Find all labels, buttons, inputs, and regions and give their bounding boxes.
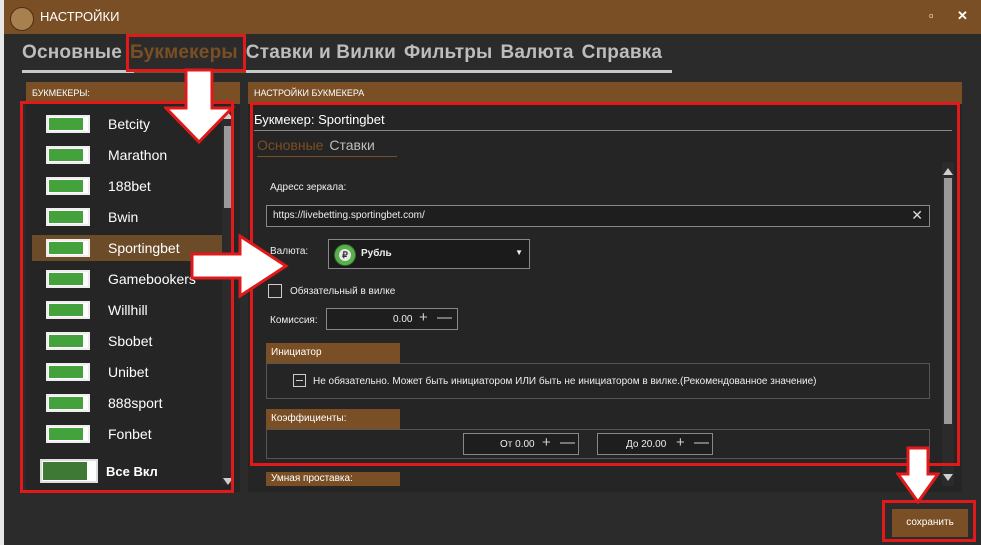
save-button[interactable]: сохранить xyxy=(892,509,968,537)
scroll-up-icon[interactable] xyxy=(943,168,953,175)
minus-icon[interactable]: — xyxy=(694,434,709,451)
smart-placement-header: Умная проставка: xyxy=(266,472,400,486)
plus-icon[interactable]: + xyxy=(542,434,551,451)
list-item[interactable]: 188bet xyxy=(32,173,227,199)
bookmaker-toggle[interactable] xyxy=(46,301,90,319)
main-tabs: Основные Букмекеры Ставки и Вилки Фильтры Ва… xyxy=(22,42,670,72)
tab-currency[interactable]: Валюта xyxy=(500,42,573,64)
bookmaker-label: Unibet xyxy=(108,364,149,380)
bookmaker-toggle[interactable] xyxy=(46,146,90,164)
ruble-icon: ₽ xyxy=(334,244,356,266)
mirror-url-input[interactable]: https://livebetting.sportingbet.com/ ✕ xyxy=(266,205,930,227)
chevron-down-icon: ▼ xyxy=(515,248,523,257)
initiator-checkbox[interactable] xyxy=(293,374,306,387)
mirror-label: Адресс зеркала: xyxy=(270,182,347,193)
commission-stepper[interactable]: 0.00 + — xyxy=(326,308,458,330)
all-on-label: Все Вкл xyxy=(106,464,158,479)
bookmaker-toggle[interactable] xyxy=(46,394,90,412)
minus-icon[interactable]: — xyxy=(437,309,452,326)
bookmaker-label: Bwin xyxy=(108,209,139,225)
maximize-button[interactable]: ▫ xyxy=(929,8,934,23)
bookmaker-toggle[interactable] xyxy=(46,332,90,350)
currency-select[interactable]: ₽ Рубль ▼ xyxy=(328,239,530,269)
bookmaker-toggle[interactable] xyxy=(46,177,90,195)
all-on-toggle[interactable] xyxy=(40,459,98,483)
subtabs: Основные Ставки xyxy=(257,137,375,153)
scroll-down-icon[interactable] xyxy=(223,478,233,485)
right-arrow-annotation xyxy=(190,233,289,299)
tab-bookmakers[interactable]: Букмекеры xyxy=(130,42,238,64)
title-divider xyxy=(254,130,952,131)
down-arrow-save-annotation xyxy=(896,446,940,505)
bookmaker-label: Marathon xyxy=(108,147,168,163)
bookmaker-title: Букмекер: Sportingbet xyxy=(254,112,385,127)
coef-to-stepper[interactable]: До 20.00 + — xyxy=(597,433,713,455)
subtab-bets[interactable]: Ставки xyxy=(329,137,375,153)
down-arrow-annotation xyxy=(164,68,236,145)
coefficients-section: От 0.00 + — До 20.00 + — xyxy=(266,429,930,459)
coef-to-value: До 20.00 xyxy=(626,439,667,450)
required-label: Обязательный в вилке xyxy=(290,286,396,297)
clear-icon[interactable]: ✕ xyxy=(911,207,923,224)
commission-value: 0.00 xyxy=(393,314,413,325)
app-logo-icon xyxy=(10,7,34,31)
coef-from-stepper[interactable]: От 0.00 + — xyxy=(463,433,579,455)
bookmaker-toggle[interactable] xyxy=(46,363,90,381)
subtab-underline xyxy=(257,156,397,157)
tab-bets-forks[interactable]: Ставки и Вилки xyxy=(246,42,396,64)
bookmaker-toggle[interactable] xyxy=(46,115,90,133)
initiator-text: Не обязательно. Может быть инициатором И… xyxy=(313,376,817,387)
tab-help[interactable]: Справка xyxy=(582,42,663,64)
list-item[interactable]: Sbobet xyxy=(32,328,227,354)
initiator-header: Инициатор xyxy=(266,343,400,363)
bookmaker-label: Gamebookers xyxy=(108,271,196,287)
list-item[interactable]: Unibet xyxy=(32,359,227,385)
bookmaker-label: Fonbet xyxy=(108,426,152,442)
plus-icon[interactable]: + xyxy=(676,434,685,451)
tabs-underline xyxy=(22,70,672,73)
bookmaker-label: Sportingbet xyxy=(108,240,180,256)
mirror-url-value: https://livebetting.sportingbet.com/ xyxy=(273,210,425,221)
subtab-main[interactable]: Основные xyxy=(257,137,323,153)
bookmaker-toggle[interactable] xyxy=(46,208,90,226)
bookmaker-toggle[interactable] xyxy=(46,270,90,288)
coefficients-header: Коэффициенты: xyxy=(266,409,400,429)
bookmaker-label: Betcity xyxy=(108,116,151,132)
bookmaker-settings-panel: Букмекер: Sportingbet Основные Ставки Ад… xyxy=(248,104,962,492)
plus-icon[interactable]: + xyxy=(419,309,428,326)
settings-window: НАСТРОЙКИ ▫ ✕ Основные Букмекеры Ставки и … xyxy=(4,0,981,545)
currency-value: Рубль xyxy=(361,248,392,259)
bookmaker-toggle[interactable] xyxy=(46,239,90,257)
minus-icon[interactable]: — xyxy=(560,434,575,451)
list-item[interactable]: Bwin xyxy=(32,204,227,230)
settings-scrollbar[interactable] xyxy=(942,162,954,486)
scroll-down-icon[interactable] xyxy=(943,474,953,481)
window-title: НАСТРОЙКИ xyxy=(40,9,120,24)
commission-label: Комиссия: xyxy=(270,315,318,326)
bookmaker-label: Willhill xyxy=(108,302,148,318)
bookmaker-label: Sbobet xyxy=(108,333,153,349)
scroll-thumb[interactable] xyxy=(944,178,952,424)
close-button[interactable]: ✕ xyxy=(957,8,968,24)
bookmaker-label: 888sport xyxy=(108,395,163,411)
tab-filters[interactable]: Фильтры xyxy=(404,42,493,64)
bookmaker-toggle[interactable] xyxy=(46,425,90,443)
tab-main[interactable]: Основные xyxy=(22,42,122,64)
bookmaker-settings-header: НАСТРОЙКИ БУКМЕКЕРА xyxy=(248,82,962,104)
bookmaker-label: 188bet xyxy=(108,178,151,194)
list-item[interactable]: Fonbet xyxy=(32,421,227,447)
coef-from-value: От 0.00 xyxy=(500,439,535,450)
list-item[interactable]: 888sport xyxy=(32,390,227,416)
initiator-section: Не обязательно. Может быть инициатором И… xyxy=(266,363,930,399)
title-bar: НАСТРОЙКИ ▫ ✕ xyxy=(4,0,981,34)
